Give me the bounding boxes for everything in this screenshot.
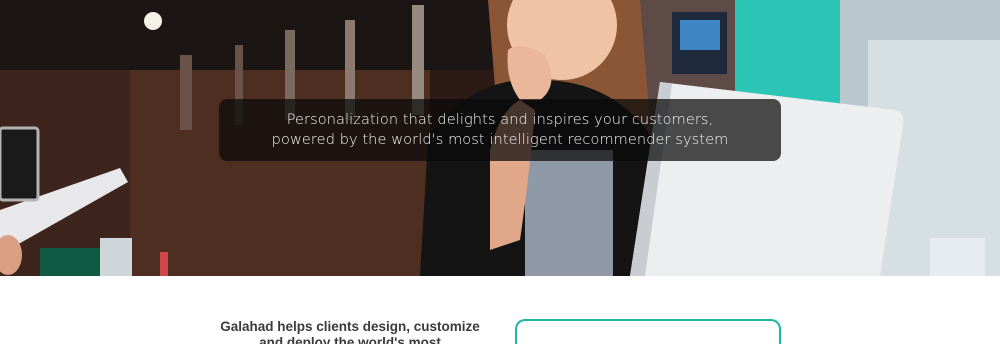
intro-line2: and deploy the world's most <box>259 335 441 344</box>
feature-card <box>515 319 781 344</box>
hero-headline-line2: powered by the world's most intelligent … <box>271 132 729 148</box>
hero-banner: Personalization that delights and inspir… <box>219 99 781 161</box>
hero-section: Personalization that delights and inspir… <box>0 0 1000 276</box>
intro-text: Galahad helps clients design, customize … <box>215 319 485 344</box>
intro-line1: Galahad helps clients design, customize <box>220 319 480 334</box>
hero-headline-line1: Personalization that delights and inspir… <box>286 112 714 128</box>
intro-section: Galahad helps clients design, customize … <box>0 276 1000 344</box>
